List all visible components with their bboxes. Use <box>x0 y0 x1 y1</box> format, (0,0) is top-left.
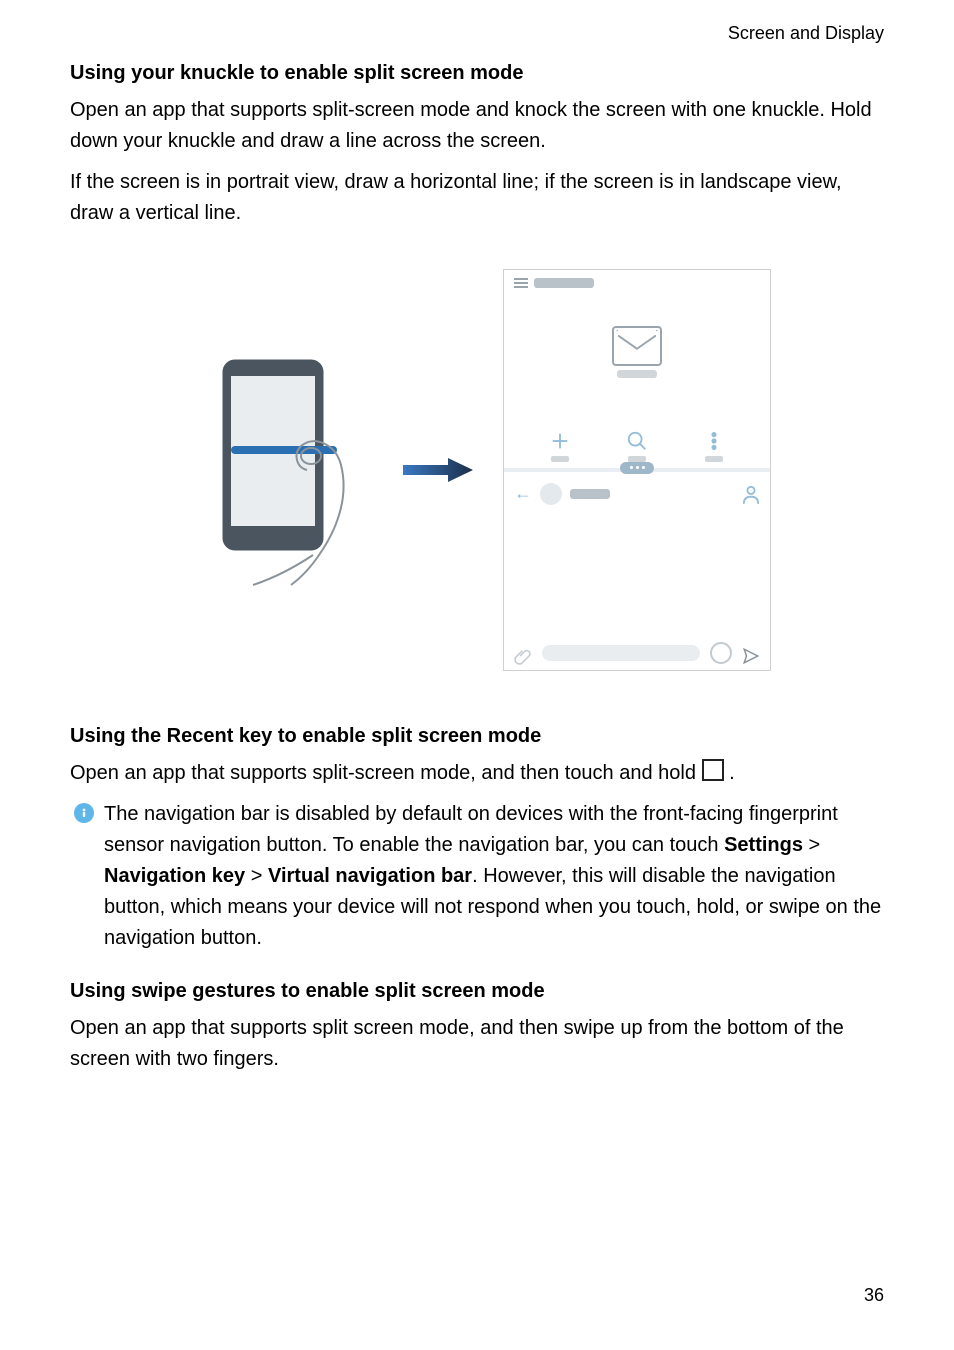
emoji-icon <box>710 642 732 664</box>
para-recent-after: . <box>724 762 735 784</box>
para-knuckle-2: If the screen is in portrait view, draw … <box>70 167 884 229</box>
blurred-name <box>570 489 610 499</box>
compose-field <box>542 645 700 661</box>
para-recent-before: Open an app that supports split-screen m… <box>70 762 702 784</box>
plus-icon <box>549 430 571 452</box>
phone-gesture-drawing <box>183 350 373 590</box>
avatar-placeholder-icon <box>540 483 562 505</box>
note-vnav: Virtual navigation bar <box>268 865 472 887</box>
note-settings: Settings <box>724 834 803 856</box>
blurred-subtext <box>617 370 657 378</box>
send-icon <box>742 644 760 662</box>
more-vertical-icon <box>703 430 725 452</box>
info-icon <box>74 803 94 823</box>
back-arrow-icon: ← <box>514 480 532 508</box>
contact-icon <box>742 484 760 504</box>
para-recent: Open an app that supports split-screen m… <box>70 758 884 789</box>
note-navkey: Navigation key <box>104 865 245 887</box>
heading-swipe: Using swipe gestures to enable split scr… <box>70 976 884 1007</box>
arrow-right-icon <box>403 455 473 485</box>
header-category: Screen and Display <box>70 20 884 48</box>
page-number: 36 <box>864 1282 884 1310</box>
attachment-icon <box>514 644 532 662</box>
blurred-title <box>534 278 594 288</box>
note-sep2: > <box>245 865 268 887</box>
mail-icon <box>612 326 662 366</box>
heading-recent: Using the Recent key to enable split scr… <box>70 721 884 752</box>
split-screen-mock: ← <box>503 269 771 671</box>
para-swipe: Open an app that supports split screen m… <box>70 1013 884 1075</box>
recent-key-icon <box>702 759 724 781</box>
hamburger-icon <box>514 278 528 288</box>
search-icon <box>626 430 648 452</box>
para-knuckle-1: Open an app that supports split-screen m… <box>70 95 884 157</box>
heading-knuckle: Using your knuckle to enable split scree… <box>70 58 884 89</box>
note-sep1: > <box>803 834 820 856</box>
info-note: The navigation bar is disabled by defaul… <box>70 799 884 954</box>
split-grabber-icon <box>620 462 654 474</box>
illustration-split-screen: ← <box>70 269 884 671</box>
